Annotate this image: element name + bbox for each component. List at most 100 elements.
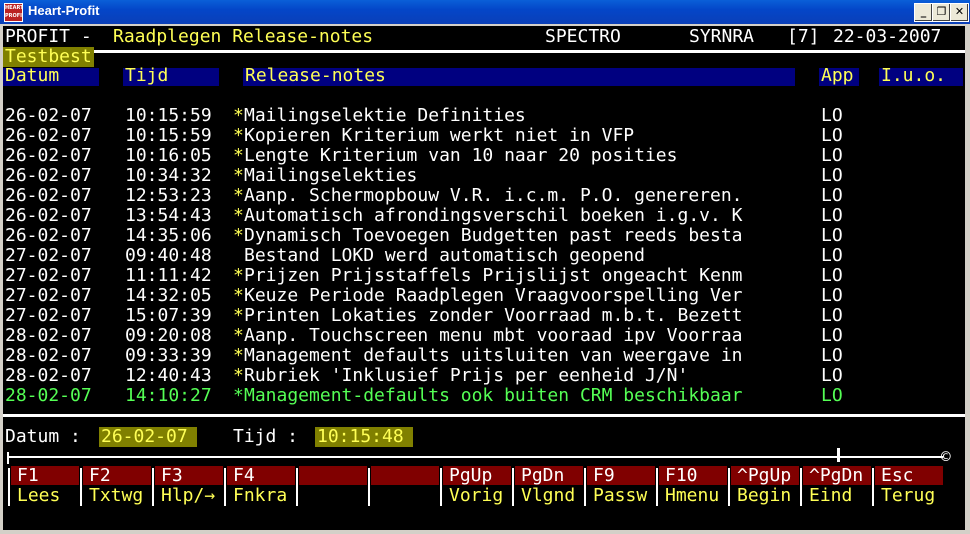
fkey-f2[interactable]: F2 Txtwg: [83, 466, 151, 506]
window-title: Heart-Profit: [28, 3, 100, 18]
fkey-separator: [656, 468, 658, 506]
row-note: Keuze Periode Raadplegen Vraagvoorspelli…: [244, 285, 743, 306]
table-row[interactable]: 26-02-07 10:16:05 * Lengte Kriterium van 10…: [3, 146, 965, 166]
row-datum: 26-02-07: [5, 225, 92, 246]
table-row[interactable]: 27-02-07 14:32:05 * Keuze Periode Raadplege…: [3, 286, 965, 306]
row-app: LO: [821, 165, 843, 186]
title-bar[interactable]: HEART PROFIT Heart-Profit _ ❐ ✕: [0, 0, 970, 24]
row-marker: *: [233, 265, 244, 286]
fkey-key: ^PgDn: [809, 465, 864, 486]
col-header-notes: Release-notes: [245, 65, 386, 86]
scroll-track[interactable]: [7, 456, 943, 458]
row-tijd: 10:15:59: [125, 125, 212, 146]
environment-label: Testbest: [3, 46, 94, 67]
table-row[interactable]: 27-02-07 11:11:42 * Prijzen Prijsstaffels P…: [3, 266, 965, 286]
fkey-f1[interactable]: F1 Lees: [11, 465, 79, 506]
row-datum: 26-02-07: [5, 105, 92, 126]
col-header-app: App: [821, 65, 854, 86]
row-marker: *: [233, 385, 244, 406]
fkey-key: Esc: [881, 465, 914, 486]
fkey-ctrl-pgdn[interactable]: ^PgDn Eind: [803, 465, 871, 506]
table-row[interactable]: 28-02-07 09:20:08 * Aanp. Touchscreen menu …: [3, 326, 965, 346]
row-tijd: 10:15:59: [125, 105, 212, 126]
tijd-field[interactable]: 10:15:48: [317, 427, 404, 447]
fkey-f4[interactable]: F4 Fnkra: [227, 466, 295, 506]
table-row[interactable]: 26-02-07 10:15:59 * Kopieren Kriterium werk…: [3, 126, 965, 146]
table-row[interactable]: 26-02-07 10:15:59 * Mailingselektie Definit…: [3, 106, 965, 126]
row-note: Printen Lokaties zonder Voorraad m.b.t. …: [244, 305, 743, 326]
fkey-f3[interactable]: F3 Hlp/→: [155, 466, 223, 506]
row-datum: 27-02-07: [5, 285, 92, 306]
fkey-label: Passw: [593, 485, 648, 506]
restore-button[interactable]: ❐: [932, 3, 951, 22]
fkey-bg: [299, 466, 367, 485]
row-app: LO: [821, 105, 843, 126]
fkey-separator: [584, 468, 586, 506]
row-tijd: 10:16:05: [125, 145, 212, 166]
fkey-f10[interactable]: F10 Hmenu: [659, 466, 727, 506]
row-app: LO: [821, 225, 843, 246]
row-marker: *: [233, 305, 244, 326]
row-note: Rubriek 'Inklusief Prijs per eenheid J/N…: [244, 365, 689, 386]
fkey-ctrl-pgup[interactable]: ^PgUp Begin: [731, 466, 799, 506]
table-row[interactable]: 26-02-07 10:34:32 * Mailingselekties LO: [3, 166, 965, 186]
table-row[interactable]: 26-02-07 14:35:06 * Dynamisch Toevoegen Bud…: [3, 226, 965, 246]
fkey-separator: [368, 468, 370, 506]
app-icon[interactable]: HEART PROFIT: [4, 3, 23, 22]
fkey-bg: [371, 466, 439, 485]
table-row[interactable]: 28-02-07 09:33:39 * Management defaults uit…: [3, 346, 965, 366]
row-note: Bestand LOKD werd automatisch geopend: [244, 245, 645, 266]
fkey-label: Vorig: [449, 485, 504, 506]
minimize-button[interactable]: _: [914, 3, 933, 22]
row-app: LO: [821, 365, 843, 386]
list-divider: [3, 414, 965, 417]
fkey-separator: [512, 468, 514, 506]
row-note: Management-defaults ook buiten CRM besch…: [244, 385, 743, 406]
row-note: Dynamisch Toevoegen Budgetten past reeds…: [244, 225, 743, 246]
row-marker: *: [233, 365, 244, 386]
fkey-key: F1: [17, 465, 39, 486]
fkey-esc[interactable]: Esc Terug: [875, 465, 943, 506]
datum-field[interactable]: 26-02-07: [101, 427, 188, 447]
row-datum: 28-02-07: [5, 325, 92, 346]
row-datum: 26-02-07: [5, 165, 92, 186]
fkey-label: Hmenu: [665, 485, 720, 506]
fkey-pgdn[interactable]: PgDn Vlgnd: [515, 466, 583, 506]
fkey-separator: [8, 468, 10, 506]
table-row[interactable]: 28-02-07 14:10:27 * Management-defaults ook…: [3, 386, 965, 406]
row-tijd: 11:11:42: [125, 265, 212, 286]
fkey-separator: [296, 468, 298, 506]
row-app: LO: [821, 345, 843, 366]
fkey-label: Txtwg: [89, 485, 144, 506]
col-header-tijd: Tijd: [125, 65, 169, 86]
row-marker: *: [233, 285, 244, 306]
col-header-iuo: I.u.o.: [881, 65, 947, 86]
fkey-pgup[interactable]: PgUp Vorig: [443, 466, 511, 506]
row-datum: 27-02-07: [5, 265, 92, 286]
scroll-thumb[interactable]: [837, 448, 840, 462]
row-datum: 28-02-07: [5, 365, 92, 386]
tijd-label: Tijd :: [233, 426, 299, 447]
row-app: LO: [821, 145, 843, 166]
table-row[interactable]: 28-02-07 12:40:43 * Rubriek 'Inklusief Prij…: [3, 366, 965, 386]
fkey-label: Hlp/→: [161, 485, 216, 506]
close-button[interactable]: ✕: [950, 3, 969, 22]
row-note: Kopieren Kriterium werkt niet in VFP: [244, 125, 635, 146]
user-name: SYRNRA: [689, 26, 755, 47]
row-app: LO: [821, 205, 843, 226]
table-row[interactable]: 26-02-07 13:54:43 * Automatisch afrondingsv…: [3, 206, 965, 226]
fkey-f9[interactable]: F9 Passw: [587, 466, 655, 506]
row-marker: *: [233, 125, 244, 146]
row-tijd: 14:35:06: [125, 225, 212, 246]
row-app: LO: [821, 185, 843, 206]
scroll-start: [7, 452, 9, 464]
table-row[interactable]: 27-02-07 09:40:48 Bestand LOKD werd autom…: [3, 246, 965, 266]
session-number: [7]: [787, 26, 820, 47]
app-name: PROFIT -: [5, 26, 92, 47]
row-datum: 28-02-07: [5, 385, 92, 406]
row-note: Aanp. Touchscreen menu mbt vooraad ipv V…: [244, 325, 743, 346]
table-row[interactable]: 27-02-07 15:07:39 * Printen Lokaties zonder…: [3, 306, 965, 326]
table-row[interactable]: 26-02-07 12:53:23 * Aanp. Schermopbouw V.R.…: [3, 186, 965, 206]
terminal-screen[interactable]: PROFIT - Raadplegen Release-notes SPECTR…: [3, 26, 965, 530]
fkey-separator: [728, 468, 730, 506]
